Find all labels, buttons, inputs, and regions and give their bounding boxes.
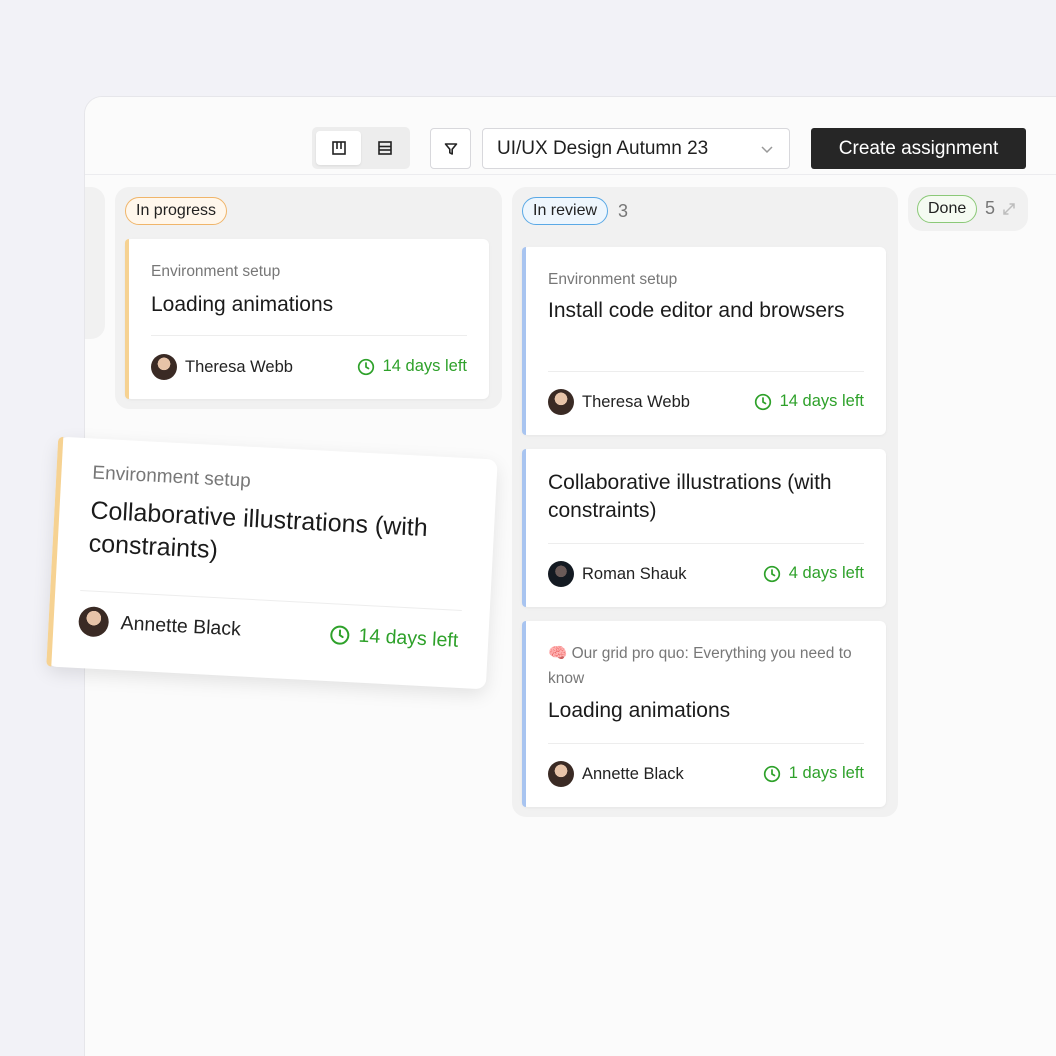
toolbar: UI/UX Design Autumn 23 Create assignment	[85, 97, 1056, 175]
expand-icon[interactable]	[1001, 201, 1017, 217]
assignee-name: Theresa Webb	[582, 392, 690, 411]
card-title: Loading animations	[548, 699, 731, 722]
card-divider	[548, 543, 864, 544]
view-toggle	[312, 127, 410, 169]
board-view-button[interactable]	[316, 131, 361, 165]
card-divider	[80, 590, 462, 611]
card-accent	[125, 239, 129, 399]
task-card[interactable]: Environment setup Install code editor an…	[522, 247, 886, 435]
card-due: 14 days left	[357, 357, 467, 376]
assignee-name: Roman Shauk	[582, 564, 687, 583]
card-due: 14 days left	[329, 623, 459, 653]
card-title: Loading animations	[151, 293, 334, 316]
assignee-name: Theresa Webb	[185, 357, 293, 376]
task-card[interactable]: Collaborative illustrations (with constr…	[522, 449, 886, 607]
column-in-review: In review 3 Environment setup Install co…	[512, 187, 898, 817]
clock-icon	[763, 765, 780, 782]
board-view-icon	[331, 141, 346, 155]
card-accent	[46, 436, 64, 667]
list-view-button[interactable]	[362, 131, 407, 165]
card-assignee: Roman Shauk	[548, 561, 687, 587]
card-category: Environment setup	[91, 462, 252, 492]
avatar	[548, 561, 574, 587]
card-title: Collaborative illustrations (with constr…	[548, 471, 832, 522]
avatar	[151, 354, 177, 380]
card-accent	[522, 449, 526, 607]
list-view-icon	[377, 141, 392, 155]
dragging-card[interactable]: Environment setup Collaborative illustra…	[46, 436, 498, 690]
status-badge-in-progress: In progress	[125, 197, 228, 225]
card-due: 4 days left	[763, 564, 864, 583]
card-category: Environment setup	[548, 271, 678, 288]
card-assignee: Theresa Webb	[548, 389, 690, 415]
card-due: 1 days left	[763, 764, 864, 783]
status-badge-done: Done	[917, 195, 978, 223]
card-title: Install code editor and browsers	[548, 299, 845, 322]
status-badge-in-review: In review	[522, 197, 609, 225]
card-assignee: Annette Black	[77, 605, 242, 644]
course-select-value: UI/UX Design Autumn 23	[497, 137, 709, 159]
filter-icon	[444, 142, 457, 155]
assignee-name: Annette Black	[582, 764, 684, 783]
column-count: 3	[618, 201, 629, 221]
card-assignee: Annette Black	[548, 761, 684, 787]
avatar	[548, 389, 574, 415]
create-assignment-button[interactable]: Create assignment	[811, 128, 1026, 169]
column-previous	[85, 187, 105, 339]
due-text: 14 days left	[382, 357, 467, 375]
column-done: Done 5	[908, 187, 1028, 231]
due-text: 14 days left	[358, 624, 459, 652]
due-text: 4 days left	[788, 564, 864, 582]
card-assignee: Theresa Webb	[151, 354, 293, 380]
course-select[interactable]: UI/UX Design Autumn 23	[482, 128, 790, 169]
due-text: 14 days left	[779, 392, 864, 410]
task-card[interactable]: 🧠 Our grid pro quo: Everything you need …	[522, 621, 886, 807]
card-divider	[548, 743, 864, 744]
card-accent	[522, 621, 526, 807]
chevron-down-icon	[761, 146, 773, 154]
card-divider	[151, 335, 467, 336]
clock-icon	[330, 625, 350, 645]
card-divider	[548, 371, 864, 372]
clock-icon	[357, 358, 374, 375]
task-card[interactable]: Environment setup Loading animations The…	[125, 239, 489, 399]
card-title: Collaborative illustrations (with constr…	[88, 496, 429, 565]
assignee-name: Annette Black	[120, 611, 242, 640]
clock-icon	[763, 565, 780, 582]
column-in-progress: In progress Environment setup Loading an…	[115, 187, 502, 409]
avatar	[548, 761, 574, 787]
card-category: 🧠 Our grid pro quo: Everything you need …	[548, 645, 852, 687]
card-accent	[522, 247, 526, 435]
due-text: 1 days left	[788, 764, 864, 782]
card-category: Environment setup	[151, 263, 281, 280]
avatar	[77, 605, 110, 638]
clock-icon	[754, 393, 771, 410]
filter-button[interactable]	[430, 128, 471, 169]
card-due: 14 days left	[754, 392, 864, 411]
column-count: 5	[985, 198, 996, 218]
